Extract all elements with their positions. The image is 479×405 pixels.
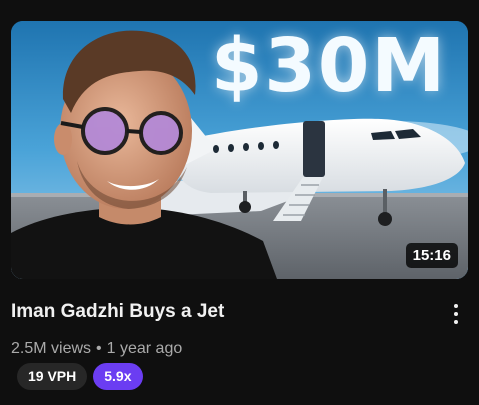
video-thumbnail[interactable]: $30M 15:16	[11, 21, 468, 279]
outlier-multiplier-badge: 5.9x	[93, 363, 143, 390]
video-card[interactable]: $30M 15:16 Iman Gadzhi Buys a Jet 2.5M v…	[0, 0, 479, 405]
thumbnail-title-text: $30M	[210, 23, 448, 109]
view-count: 2.5M views	[11, 340, 92, 357]
video-title[interactable]: Iman Gadzhi Buys a Jet	[11, 300, 431, 324]
more-vert-icon[interactable]	[444, 300, 468, 328]
duration-badge: 15:16	[405, 243, 458, 268]
more-dot	[454, 312, 458, 316]
video-metadata: 2.5M views • 1 year ago	[11, 339, 182, 359]
upload-age: 1 year ago	[106, 340, 183, 357]
meta-separator: •	[96, 340, 102, 357]
vph-badge: 19 VPH	[17, 363, 88, 390]
more-dot	[454, 320, 458, 324]
more-dot	[454, 304, 458, 308]
stats-badges: 19 VPH 5.9x	[17, 363, 143, 390]
